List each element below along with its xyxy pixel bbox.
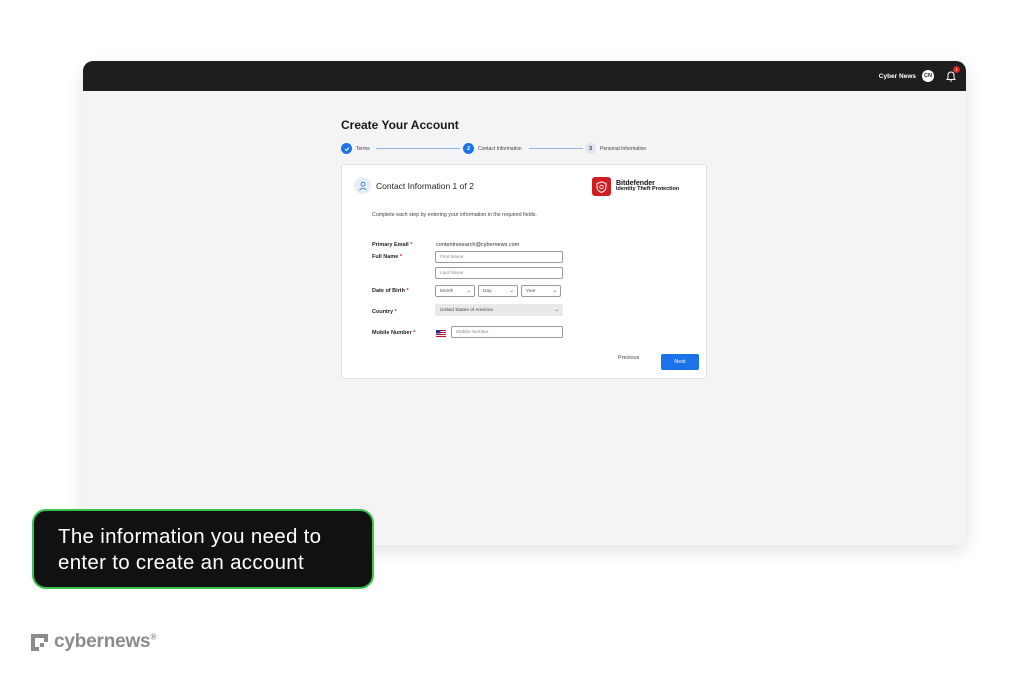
country-select[interactable]: United States of America ⌄	[435, 304, 563, 316]
caption-line-2: enter to create an account	[58, 551, 304, 574]
month-select[interactable]: Month ⌄	[435, 285, 475, 297]
check-icon	[341, 143, 352, 154]
required-mark: *	[394, 309, 397, 315]
full-name-label-text: Full Name	[372, 254, 399, 260]
caption-box: The information you need to enter to cre…	[32, 509, 374, 589]
month-value: Month	[440, 288, 454, 294]
logo-registered: ®	[150, 632, 157, 642]
cybernews-logo: cybernews®	[31, 631, 156, 653]
step-label: Contact Information	[478, 145, 522, 152]
mobile-label: Mobile Number *	[372, 330, 415, 336]
notification-badge: 1	[953, 66, 960, 73]
step-contact-information[interactable]: 2 Contact Information	[463, 143, 522, 154]
step-connector	[529, 148, 583, 149]
country-label-text: Country	[372, 309, 394, 315]
chevron-down-icon: ⌄	[554, 307, 559, 313]
mobile-label-text: Mobile Number	[372, 330, 412, 336]
step-connector	[376, 148, 460, 149]
stepper: Terms 2 Contact Information 3 Personal I…	[341, 143, 708, 155]
chevron-down-icon: ⌄	[466, 288, 471, 294]
person-icon-svg	[358, 181, 367, 191]
top-bar: Cyber News CN 1	[83, 61, 966, 91]
step-label: Personal Information	[600, 145, 647, 152]
year-value: Year	[526, 288, 536, 294]
cybernews-mark-icon	[31, 633, 48, 651]
year-select[interactable]: Year ⌄	[521, 285, 561, 297]
intro-text: Complete each step by entering your info…	[372, 212, 537, 218]
page-title: Create Your Account	[341, 118, 459, 132]
required-mark: *	[410, 242, 413, 248]
email-label-text: Primary Email	[372, 242, 409, 248]
us-flag-icon[interactable]	[436, 330, 446, 337]
step-label: Terms	[356, 145, 370, 152]
canvas: Cyber News CN 1 Create Your Account Term…	[0, 0, 1024, 679]
country-value: United States of America	[440, 307, 493, 313]
logo-text: cybernews®	[54, 631, 156, 653]
contact-form-card: Contact Information 1 of 2 Bitdefender I…	[341, 164, 707, 379]
logo-word: cybernews	[54, 631, 151, 652]
email-label: Primary Email *	[372, 242, 412, 248]
step-terms[interactable]: Terms	[341, 143, 370, 154]
day-select[interactable]: Day ⌄	[478, 285, 518, 297]
last-name-input[interactable]: Last Name	[435, 267, 563, 279]
step-number: 3	[585, 143, 596, 154]
country-label: Country *	[372, 309, 397, 315]
brand-text: Bitdefender Identity Theft Protection	[616, 180, 679, 193]
shield-icon-svg	[596, 180, 607, 193]
dob-label-text: Date of Birth	[372, 288, 405, 294]
person-icon	[354, 177, 371, 194]
previous-button[interactable]: Previous	[618, 355, 639, 361]
chevron-down-icon: ⌄	[552, 288, 557, 294]
bell-icon[interactable]: 1	[944, 66, 960, 83]
brand-subtitle: Identity Theft Protection	[616, 186, 680, 193]
app-window: Cyber News CN 1 Create Your Account Term…	[83, 61, 966, 545]
card-header: Contact Information 1 of 2	[354, 177, 474, 194]
brand-logo: Bitdefender Identity Theft Protection	[592, 177, 679, 196]
step-personal-information[interactable]: 3 Personal Information	[585, 143, 646, 154]
first-name-input[interactable]: First Name	[435, 251, 563, 263]
card-title: Contact Information 1 of 2	[376, 180, 474, 191]
avatar[interactable]: CN	[922, 70, 934, 82]
check-icon-svg	[344, 146, 349, 151]
step-number: 2	[463, 143, 474, 154]
email-value: contentresearch@cybernews.com	[436, 242, 520, 248]
user-name[interactable]: Cyber News	[879, 73, 916, 80]
caption-line-1: The information you need to	[58, 525, 322, 548]
chevron-down-icon: ⌄	[509, 288, 514, 294]
full-name-label: Full Name *	[372, 254, 402, 260]
required-mark: *	[399, 254, 402, 260]
required-mark: *	[413, 330, 416, 336]
bitdefender-shield-icon	[592, 177, 611, 196]
day-value: Day	[483, 288, 492, 294]
required-mark: *	[406, 288, 409, 294]
dob-label: Date of Birth *	[372, 288, 409, 294]
next-button[interactable]: Next	[661, 354, 699, 370]
mobile-number-input[interactable]: Mobile Number	[451, 326, 563, 338]
